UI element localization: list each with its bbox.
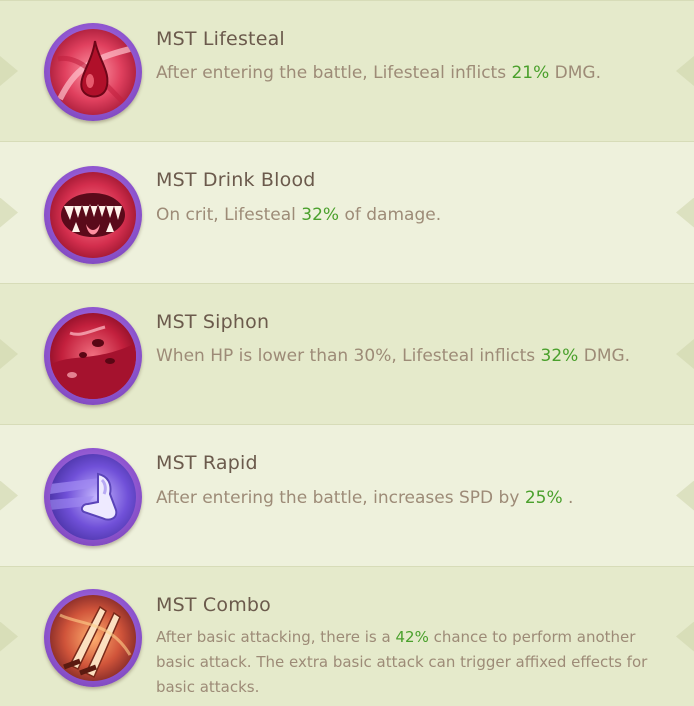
skill-icon-frame — [44, 23, 142, 121]
skill-list: MST Lifesteal After entering the battle,… — [0, 0, 694, 706]
skill-description: After basic attacking, there is a 42% ch… — [156, 625, 666, 700]
skill-description: After entering the battle, increases SPD… — [156, 484, 676, 513]
skill-row-drink-blood[interactable]: MST Drink Blood On crit, Lifesteal 32% o… — [0, 141, 694, 283]
description-text: After entering the battle, increases SPD… — [156, 488, 525, 508]
description-text: DMG. — [549, 63, 602, 83]
double-blade-icon — [50, 595, 136, 681]
skill-row-rapid[interactable]: MST Rapid After entering the battle, inc… — [0, 424, 694, 566]
description-text: On crit, Lifesteal — [156, 205, 302, 225]
description-text: After entering the battle, Lifesteal inf… — [156, 63, 512, 83]
description-value: 21% — [511, 63, 550, 83]
skill-description: When HP is lower than 30%, Lifesteal inf… — [156, 342, 636, 371]
winged-boot-icon — [50, 454, 136, 540]
skill-title: MST Siphon — [156, 311, 270, 333]
fanged-mouth-icon — [50, 172, 136, 258]
description-value: 42% — [395, 628, 429, 646]
description-value: 32% — [540, 346, 579, 366]
skill-icon-frame — [44, 307, 142, 405]
description-value: 25% — [524, 488, 563, 508]
skill-title: MST Lifesteal — [156, 28, 285, 50]
skill-icon-frame — [44, 448, 142, 546]
skill-row-siphon[interactable]: MST Siphon When HP is lower than 30%, Li… — [0, 283, 694, 424]
skill-row-combo[interactable]: MST Combo After basic attacking, there i… — [0, 566, 694, 706]
skill-icon-frame — [44, 589, 142, 687]
skill-title: MST Drink Blood — [156, 169, 316, 191]
description-text: DMG. — [578, 346, 631, 366]
blood-drop-icon — [50, 29, 136, 115]
skill-title: MST Rapid — [156, 452, 258, 474]
description-value: 32% — [301, 205, 340, 225]
skill-description: On crit, Lifesteal 32% of damage. — [156, 201, 676, 230]
description-text: After basic attacking, there is a — [156, 628, 396, 646]
skill-title: MST Combo — [156, 594, 271, 616]
description-text: of damage. — [339, 205, 442, 225]
description-text: . — [562, 488, 574, 508]
description-text: When HP is lower than 30%, Lifesteal inf… — [156, 346, 541, 366]
skill-row-lifesteal[interactable]: MST Lifesteal After entering the battle,… — [0, 0, 694, 141]
skill-description: After entering the battle, Lifesteal inf… — [156, 59, 676, 88]
blood-splatter-icon — [50, 313, 136, 399]
skill-icon-frame — [44, 166, 142, 264]
